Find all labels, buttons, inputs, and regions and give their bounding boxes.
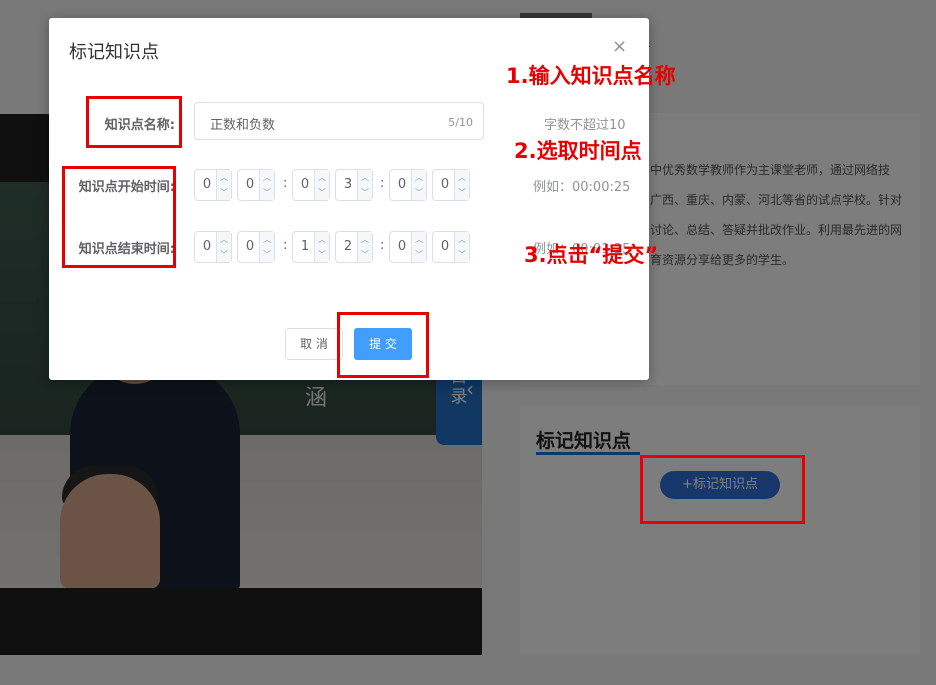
start-minute-tens-stepper[interactable]: 0 ︿ ﹀ (292, 169, 330, 201)
chevron-up-icon[interactable]: ︿ (314, 232, 329, 248)
chevron-up-icon[interactable]: ︿ (357, 232, 372, 248)
chevron-down-icon[interactable]: ﹀ (357, 185, 372, 200)
chevron-up-icon[interactable]: ︿ (216, 170, 231, 186)
chevron-down-icon[interactable]: ﹀ (314, 185, 329, 200)
annotation-step3: 3.点击“提交” (524, 243, 659, 267)
chevron-down-icon[interactable]: ﹀ (216, 247, 231, 262)
chevron-down-icon[interactable]: ﹀ (454, 247, 469, 262)
annotation-step2: 2.选取时间点 (514, 139, 642, 163)
chevron-up-icon[interactable]: ︿ (314, 170, 329, 186)
chevron-up-icon[interactable]: ︿ (411, 170, 426, 186)
start-minute-ones-stepper[interactable]: 3 ︿ ﹀ (335, 169, 373, 201)
start-second-tens-stepper[interactable]: 0 ︿ ﹀ (389, 169, 427, 201)
name-input-value: 正数和负数 (210, 118, 276, 133)
annotation-box-name (86, 96, 182, 148)
chevron-up-icon[interactable]: ︿ (454, 170, 469, 186)
chevron-down-icon[interactable]: ﹀ (314, 247, 329, 262)
end-hour-tens-stepper[interactable]: 0 ︿ ﹀ (194, 231, 232, 263)
start-hour-tens-stepper[interactable]: 0 ︿ ﹀ (194, 169, 232, 201)
start-time-hint: 例如：00:00:25 (533, 180, 631, 195)
time-separator: : (380, 176, 385, 191)
end-second-tens-stepper[interactable]: 0 ︿ ﹀ (389, 231, 427, 263)
chevron-up-icon[interactable]: ︿ (357, 170, 372, 186)
annotation-box-time (62, 166, 176, 268)
cancel-button[interactable]: 取 消 (285, 328, 343, 360)
end-minute-ones-stepper[interactable]: 2 ︿ ﹀ (335, 231, 373, 263)
end-minute-tens-stepper[interactable]: 1 ︿ ﹀ (292, 231, 330, 263)
char-counter: 5/10 (448, 116, 473, 129)
chevron-down-icon[interactable]: ﹀ (357, 247, 372, 262)
chevron-down-icon[interactable]: ﹀ (259, 247, 274, 262)
chevron-down-icon[interactable]: ﹀ (411, 247, 426, 262)
name-hint: 字数不超过10 (544, 118, 626, 133)
start-second-ones-stepper[interactable]: 0 ︿ ﹀ (432, 169, 470, 201)
time-separator: : (283, 238, 288, 253)
knowledge-name-input[interactable]: 正数和负数 5/10 (194, 102, 484, 140)
chevron-down-icon[interactable]: ﹀ (216, 185, 231, 200)
dialog-title: 标记知识点 (69, 42, 159, 63)
chevron-down-icon[interactable]: ﹀ (411, 185, 426, 200)
close-icon[interactable]: × (612, 36, 627, 57)
chevron-up-icon[interactable]: ︿ (259, 232, 274, 248)
chevron-down-icon[interactable]: ﹀ (259, 185, 274, 200)
annotation-step1: 1.输入知识点名称 (506, 64, 676, 88)
end-second-ones-stepper[interactable]: 0 ︿ ﹀ (432, 231, 470, 263)
chevron-up-icon[interactable]: ︿ (411, 232, 426, 248)
time-separator: : (380, 238, 385, 253)
time-separator: : (283, 176, 288, 191)
chevron-up-icon[interactable]: ︿ (454, 232, 469, 248)
chevron-up-icon[interactable]: ︿ (259, 170, 274, 186)
chevron-up-icon[interactable]: ︿ (216, 232, 231, 248)
annotation-box-add-button (640, 455, 805, 524)
chevron-down-icon[interactable]: ﹀ (454, 185, 469, 200)
end-hour-ones-stepper[interactable]: 0 ︿ ﹀ (237, 231, 275, 263)
start-hour-ones-stepper[interactable]: 0 ︿ ﹀ (237, 169, 275, 201)
annotation-box-submit (337, 312, 429, 378)
